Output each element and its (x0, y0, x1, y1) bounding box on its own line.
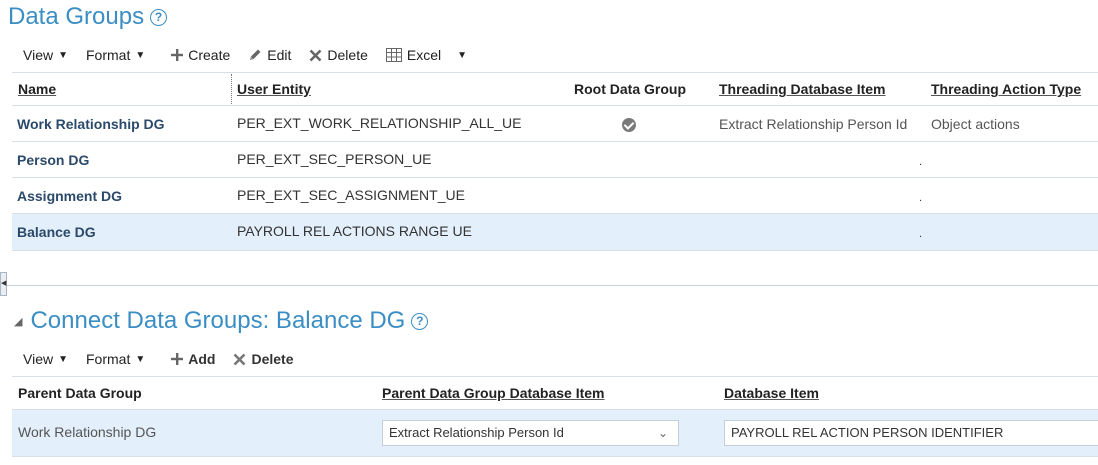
delete-label: Delete (251, 351, 294, 367)
excel-button[interactable]: Excel ▼ (385, 47, 467, 63)
table-row[interactable]: Assignment DG PER_EXT_SEC_ASSIGNMENT_UE … (12, 178, 1098, 214)
pencil-icon (248, 48, 262, 62)
data-groups-title-text: Data Groups (8, 3, 145, 30)
row-divider (12, 250, 1098, 251)
caret-down-icon: ▼ (135, 353, 146, 365)
caret-down-icon[interactable]: ▼ (457, 50, 467, 61)
parent-dbi-select[interactable]: Extract Relationship Person Id ⌄ (382, 420, 679, 446)
add-label: Add (188, 351, 216, 367)
column-header-parent-data-group-database-item[interactable]: Parent Data Group Database Item (382, 385, 605, 401)
row-root (622, 106, 636, 142)
row-divider (12, 456, 1098, 457)
table-row[interactable]: Work Relationship DG PER_EXT_WORK_RELATI… (12, 106, 1098, 142)
row-parent-data-group: Work Relationship DG (18, 424, 157, 440)
row-user-entity: PER_EXT_SEC_ASSIGNMENT_UE (237, 187, 465, 203)
row-name: Assignment DG (17, 188, 123, 204)
excel-label: Excel (406, 47, 442, 63)
column-header-user-entity[interactable]: User Entity (237, 81, 311, 97)
delete-button[interactable]: Delete (309, 47, 368, 63)
create-button[interactable]: Create (171, 47, 230, 63)
view-menu[interactable]: View ▼ (23, 47, 68, 63)
help-icon[interactable]: ? (150, 8, 168, 26)
parent-dbi-select-value: Extract Relationship Person Id (389, 425, 564, 440)
row-threading-action: Object actions (931, 116, 1020, 132)
row-threading-action: . (919, 228, 923, 240)
add-button[interactable]: Add (171, 351, 215, 367)
row-name: Work Relationship DG (17, 116, 165, 132)
row-threading-action: . (919, 156, 923, 168)
chevron-down-icon: ⌄ (657, 426, 668, 440)
caret-down-icon: ▼ (135, 49, 146, 61)
database-item-input[interactable]: PAYROLL REL ACTION PERSON IDENTIFIER (724, 420, 1098, 446)
create-label: Create (188, 47, 231, 63)
splitter-collapse-handle[interactable]: ◀ (0, 272, 7, 296)
edit-label: Edit (267, 47, 292, 63)
delete-label: Delete (327, 47, 368, 63)
plus-icon (171, 353, 184, 365)
help-icon[interactable]: ? (411, 312, 429, 330)
column-header-threading-database-item[interactable]: Threading Database Item (719, 81, 886, 97)
row-threading-action: . (919, 192, 923, 204)
table-top-border (12, 72, 1098, 73)
data-groups-title: Data Groups ? (8, 3, 168, 31)
column-header-database-item[interactable]: Database Item (724, 385, 819, 401)
column-header-parent-data-group: Parent Data Group (18, 385, 142, 401)
edit-button[interactable]: Edit (248, 47, 291, 63)
collapse-triangle-icon[interactable]: ◢ (14, 315, 22, 328)
connect-data-groups-title: ◢ Connect Data Groups: Balance DG ? (14, 307, 429, 335)
format-menu[interactable]: Format ▼ (86, 47, 145, 63)
row-name: Balance DG (17, 224, 96, 240)
table-row[interactable]: Person DG PER_EXT_SEC_PERSON_UE . (12, 142, 1098, 178)
row-user-entity: PER_EXT_SEC_PERSON_UE (237, 151, 432, 167)
view-menu-label: View (23, 47, 54, 63)
format-menu-label: Format (86, 351, 131, 367)
format-menu-label: Format (86, 47, 131, 63)
column-header-threading-action-type[interactable]: Threading Action Type (931, 81, 1081, 97)
x-icon (309, 49, 322, 62)
column-divider (231, 74, 233, 104)
x-icon (233, 353, 246, 366)
excel-icon (385, 48, 402, 62)
table-row-selected[interactable]: Balance DG PAYROLL REL ACTIONS RANGE UE … (12, 214, 1098, 250)
connect-title-text: Connect Data Groups: Balance DG (30, 307, 406, 334)
row-threading-dbi: Extract Relationship Person Id (719, 116, 908, 132)
check-circle-icon (622, 118, 636, 133)
column-header-root-data-group: Root Data Group (574, 81, 686, 97)
data-groups-toolbar: View ▼ Format ▼ Create Edit Delete Excel… (23, 45, 485, 65)
format-menu[interactable]: Format ▼ (86, 351, 145, 367)
row-user-entity: PER_EXT_WORK_RELATIONSHIP_ALL_UE (237, 115, 522, 131)
column-header-name[interactable]: Name (18, 81, 56, 97)
view-menu-label: View (23, 351, 54, 367)
row-user-entity: PAYROLL REL ACTIONS RANGE UE (237, 223, 472, 239)
caret-down-icon: ▼ (58, 353, 68, 365)
caret-down-icon: ▼ (58, 49, 68, 61)
connect-toolbar: View ▼ Format ▼ Add Delete (23, 349, 312, 369)
row-name: Person DG (17, 152, 90, 168)
delete-button[interactable]: Delete (233, 351, 294, 367)
pane-splitter[interactable] (0, 285, 1098, 286)
view-menu[interactable]: View ▼ (23, 351, 68, 367)
plus-icon (171, 49, 184, 61)
database-item-value: PAYROLL REL ACTION PERSON IDENTIFIER (731, 425, 1004, 440)
table-top-border (12, 376, 1098, 377)
